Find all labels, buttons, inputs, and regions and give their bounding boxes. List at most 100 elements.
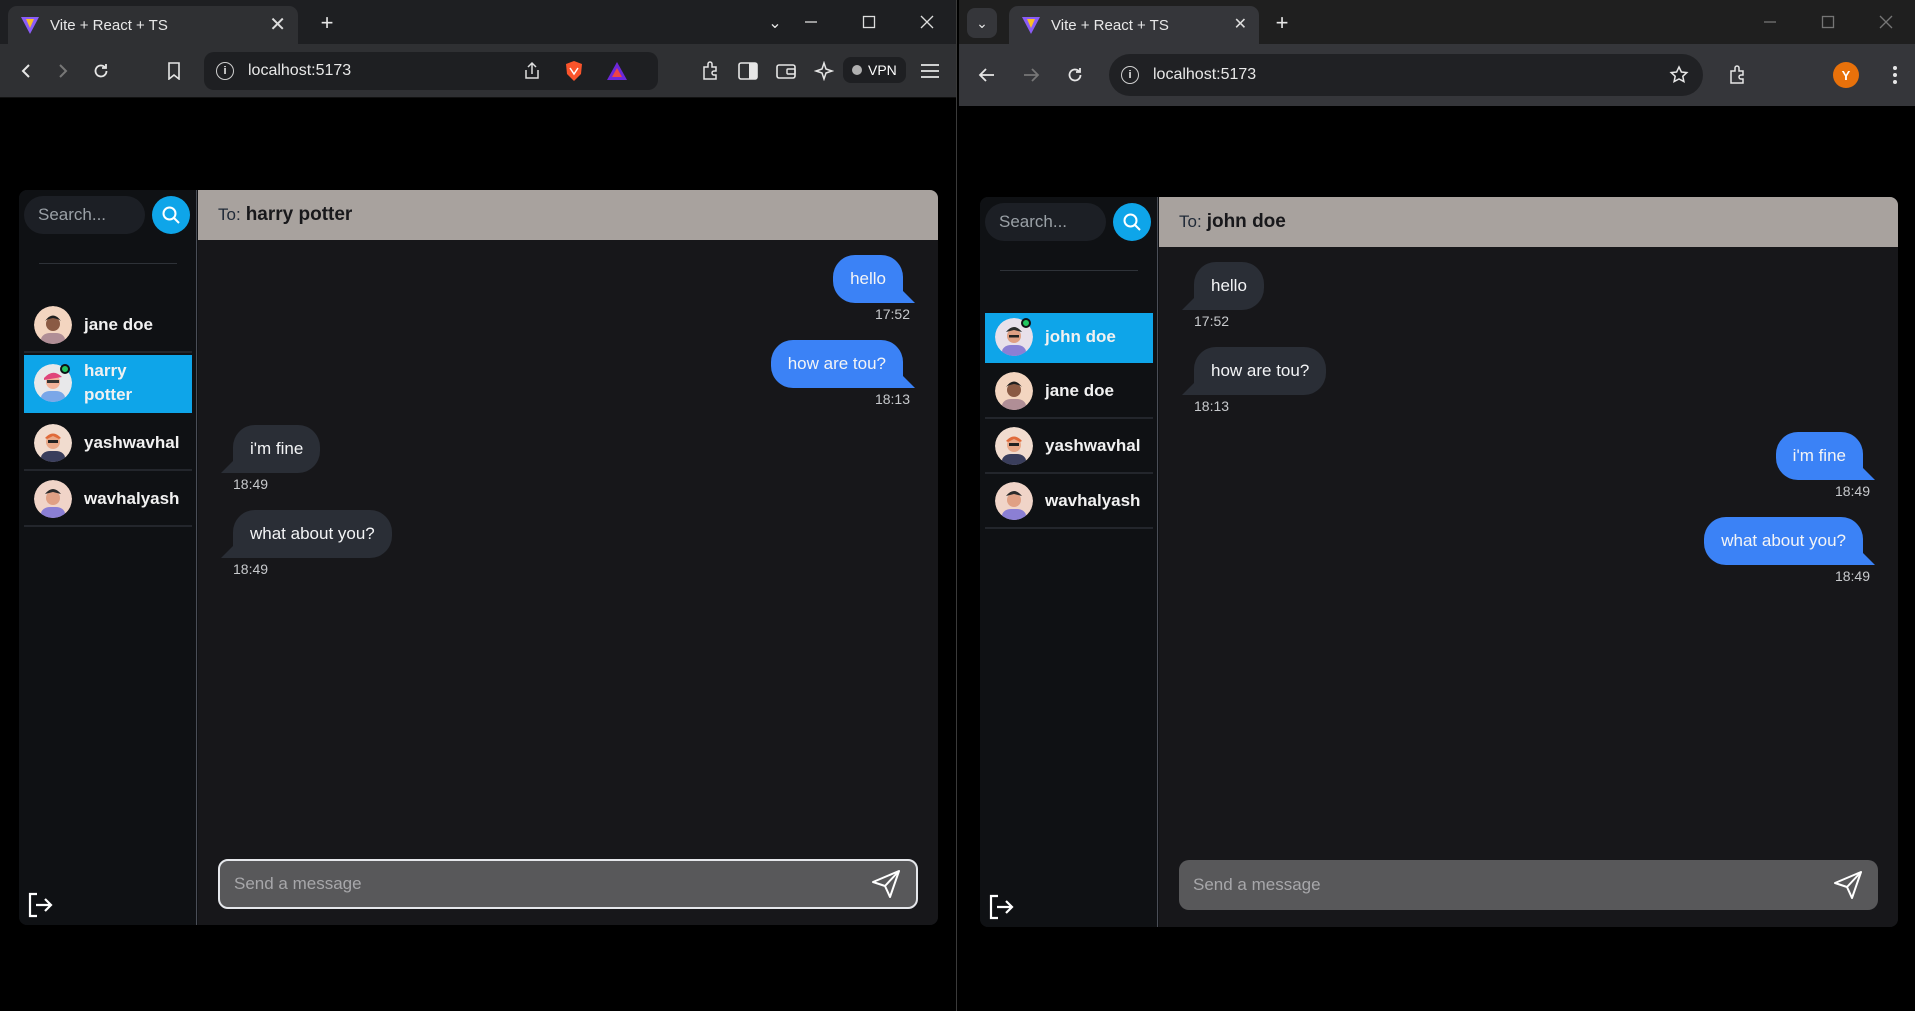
- maximize-icon[interactable]: [1799, 0, 1857, 44]
- contact-wavhalyash[interactable]: wavhalyash: [985, 475, 1153, 529]
- bookmark-icon[interactable]: [160, 57, 188, 85]
- browser-toolbar: i localhost:5173 Y: [959, 44, 1915, 106]
- message-time: 18:49: [1834, 483, 1870, 499]
- sidebar: Search... jane doe harry potter yashwavh…: [19, 190, 197, 925]
- sidebar: Search... john doe jane doe yashwavhal w…: [980, 197, 1158, 927]
- to-prefix: To:: [218, 205, 241, 224]
- contact-harry-potter[interactable]: harry potter: [24, 355, 192, 413]
- logout-icon[interactable]: [26, 891, 54, 919]
- back-icon[interactable]: [973, 61, 1001, 89]
- close-window-icon[interactable]: [1857, 0, 1915, 44]
- minimize-icon[interactable]: [1741, 0, 1799, 44]
- tab-title: Vite + React + TS: [50, 16, 168, 34]
- close-window-icon[interactable]: [898, 0, 956, 44]
- avatar-icon: [995, 427, 1033, 468]
- site-info-icon[interactable]: i: [1121, 66, 1139, 84]
- tab-title: Vite + React + TS: [1051, 16, 1169, 34]
- back-icon[interactable]: [12, 57, 40, 85]
- wallet-icon[interactable]: [772, 57, 800, 85]
- contact-name: harry potter: [84, 361, 133, 404]
- forward-icon[interactable]: [49, 57, 77, 85]
- forward-icon[interactable]: [1017, 61, 1045, 89]
- browser-tab[interactable]: Vite + React + TS ✕: [8, 6, 298, 44]
- message-time: 17:52: [874, 306, 910, 322]
- search-input[interactable]: Search...: [24, 196, 145, 234]
- browser-window-left: Vite + React + TS ✕ + ⌄ i localhost:5173: [0, 0, 957, 1011]
- search-input[interactable]: Search...: [985, 203, 1106, 241]
- message-bubble: what about you?: [233, 510, 392, 558]
- menu-icon[interactable]: [916, 57, 944, 85]
- brave-rewards-icon[interactable]: [606, 61, 628, 81]
- bookmark-star-icon[interactable]: [1669, 65, 1689, 85]
- search-button[interactable]: [152, 196, 190, 234]
- message-composer: [218, 859, 918, 909]
- message-outgoing: hello 17:52: [833, 255, 910, 322]
- new-tab-icon[interactable]: +: [312, 8, 342, 38]
- conversation-panel: To: john doe hello 17:52 how are tou? 18…: [1159, 197, 1898, 927]
- contact-wavhalyash[interactable]: wavhalyash: [24, 473, 192, 527]
- avatar: [34, 424, 72, 465]
- message-outgoing: what about you? 18:49: [1704, 517, 1870, 584]
- profile-avatar[interactable]: Y: [1833, 62, 1859, 88]
- url-text: localhost:5173: [1153, 66, 1257, 83]
- vpn-button[interactable]: VPN: [843, 57, 906, 83]
- message-bubble: what about you?: [1704, 517, 1863, 565]
- avatar-icon: [34, 424, 72, 465]
- address-bar[interactable]: i localhost:5173: [204, 52, 658, 90]
- avatar-icon: [995, 372, 1033, 413]
- contact-jane-doe[interactable]: jane doe: [985, 365, 1153, 419]
- vpn-status-icon: [852, 65, 862, 75]
- contact-yashwavhal[interactable]: yashwavhal: [24, 417, 192, 471]
- address-bar[interactable]: i localhost:5173: [1109, 54, 1703, 96]
- sidebar-toggle-icon[interactable]: [734, 57, 762, 85]
- contact-yashwavhal[interactable]: yashwavhal: [985, 420, 1153, 474]
- chrome-menu-icon[interactable]: [1881, 61, 1909, 89]
- message-bubble: how are tou?: [770, 340, 903, 388]
- message-time: 18:49: [233, 561, 269, 577]
- message-incoming: i'm fine 18:49: [233, 425, 321, 492]
- send-icon: [872, 870, 900, 898]
- contact-name: wavhalyash: [1045, 491, 1141, 510]
- maximize-icon[interactable]: [840, 0, 898, 44]
- avatar: [34, 364, 72, 405]
- window-controls: [782, 0, 956, 44]
- contact-john-doe[interactable]: john doe: [985, 313, 1153, 363]
- leo-ai-icon[interactable]: [810, 57, 838, 85]
- tab-close-icon[interactable]: ✕: [269, 15, 286, 35]
- reload-icon[interactable]: [87, 57, 115, 85]
- recipient-name: harry potter: [245, 204, 353, 225]
- contact-name: john doe: [1045, 327, 1116, 346]
- tab-search-chevron-icon[interactable]: ⌄: [967, 8, 997, 38]
- contact-name: yashwavhal: [1045, 436, 1141, 455]
- message-input[interactable]: [234, 874, 868, 894]
- message-outgoing: how are tou? 18:13: [770, 340, 910, 407]
- site-info-icon[interactable]: i: [216, 62, 234, 80]
- tab-close-icon[interactable]: ✕: [1234, 17, 1247, 33]
- search-button[interactable]: [1113, 203, 1151, 241]
- avatar: [995, 427, 1033, 468]
- share-icon[interactable]: [522, 61, 542, 81]
- message-time: 18:49: [233, 476, 269, 492]
- message-input[interactable]: [1193, 875, 1830, 895]
- vite-logo-icon: [1022, 17, 1040, 34]
- contact-name: jane doe: [1045, 381, 1114, 400]
- message-bubble: hello: [833, 255, 903, 303]
- extensions-icon[interactable]: [1723, 61, 1751, 89]
- message-time: 17:52: [1194, 313, 1230, 329]
- search-icon: [1123, 213, 1141, 231]
- browser-tab[interactable]: Vite + React + TS ✕: [1009, 6, 1259, 44]
- desktop: Vite + React + TS ✕ + ⌄ i localhost:5173: [0, 0, 1915, 1011]
- message-composer: [1179, 860, 1878, 910]
- send-button[interactable]: [1830, 867, 1866, 903]
- conversation-header: To: john doe: [1159, 197, 1898, 247]
- new-tab-icon[interactable]: +: [1267, 8, 1297, 38]
- extensions-icon[interactable]: [696, 57, 724, 85]
- reload-icon[interactable]: [1061, 61, 1089, 89]
- logout-icon[interactable]: [987, 893, 1015, 921]
- brave-shield-icon[interactable]: [564, 60, 584, 82]
- message-incoming: how are tou? 18:13: [1194, 347, 1327, 414]
- contact-jane-doe[interactable]: jane doe: [24, 299, 192, 353]
- send-button[interactable]: [868, 866, 904, 902]
- minimize-icon[interactable]: [782, 0, 840, 44]
- avatar: [995, 482, 1033, 523]
